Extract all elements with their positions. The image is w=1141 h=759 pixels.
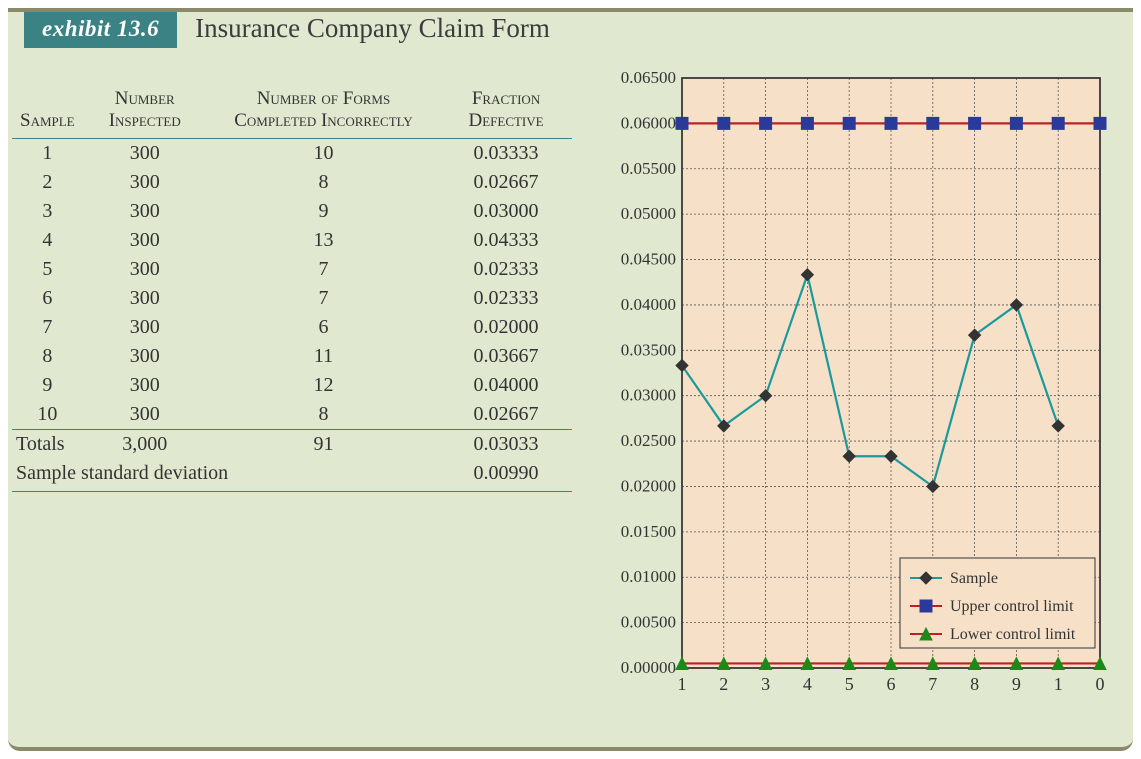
totals-inspected: 3,000 — [83, 430, 207, 460]
cell-inspected: 300 — [83, 400, 207, 430]
table-row: 1030080.02667 — [12, 400, 572, 430]
col-sample: Sample — [12, 88, 83, 139]
cell-sample: 1 — [12, 139, 83, 169]
cell-inspected: 300 — [83, 139, 207, 169]
svg-text:Upper control limit: Upper control limit — [950, 598, 1074, 615]
cell-sample: 10 — [12, 400, 83, 430]
cell-incorrect: 6 — [207, 313, 440, 342]
svg-text:0: 0 — [1096, 674, 1105, 694]
col-inspected: Number Inspected — [83, 88, 207, 139]
table-row: 330090.03000 — [12, 197, 572, 226]
exhibit-tag: exhibit 13.6 — [24, 12, 177, 48]
cell-fraction: 0.02667 — [440, 168, 572, 197]
svg-text:0.05000: 0.05000 — [621, 204, 676, 223]
page-title: Insurance Company Claim Form — [195, 13, 550, 48]
svg-text:0.06500: 0.06500 — [621, 68, 676, 87]
cell-incorrect: 12 — [207, 371, 440, 400]
svg-text:6: 6 — [887, 674, 896, 694]
svg-text:9: 9 — [1012, 674, 1021, 694]
cell-sample: 4 — [12, 226, 83, 255]
totals-fraction: 0.03033 — [440, 430, 572, 460]
cell-fraction: 0.02667 — [440, 400, 572, 430]
cell-inspected: 300 — [83, 342, 207, 371]
svg-text:4: 4 — [803, 674, 812, 694]
cell-incorrect: 10 — [207, 139, 440, 169]
cell-inspected: 300 — [83, 168, 207, 197]
svg-text:1: 1 — [678, 674, 687, 694]
cell-fraction: 0.04333 — [440, 226, 572, 255]
cell-fraction: 0.03667 — [440, 342, 572, 371]
cell-sample: 2 — [12, 168, 83, 197]
cell-incorrect: 8 — [207, 400, 440, 430]
table-row-totals: Totals3,000910.03033 — [12, 430, 572, 460]
svg-text:0.00000: 0.00000 — [621, 658, 676, 677]
table-row: 730060.02000 — [12, 313, 572, 342]
table-row: 530070.02333 — [12, 255, 572, 284]
totals-incorrect: 91 — [207, 430, 440, 460]
data-table-wrap: Sample Number Inspected Number of Forms … — [12, 48, 572, 708]
cell-sample: 3 — [12, 197, 83, 226]
cell-fraction: 0.03000 — [440, 197, 572, 226]
table-row: 1300100.03333 — [12, 139, 572, 169]
cell-sample: 6 — [12, 284, 83, 313]
svg-text:0.01500: 0.01500 — [621, 522, 676, 541]
cell-sample: 9 — [12, 371, 83, 400]
svg-text:0.04500: 0.04500 — [621, 250, 676, 269]
cell-fraction: 0.02000 — [440, 313, 572, 342]
cell-sample: 5 — [12, 255, 83, 284]
svg-text:Lower control limit: Lower control limit — [950, 626, 1076, 643]
cell-incorrect: 9 — [207, 197, 440, 226]
svg-text:8: 8 — [970, 674, 979, 694]
svg-text:0.04000: 0.04000 — [621, 295, 676, 314]
svg-text:0.02500: 0.02500 — [621, 431, 676, 450]
cell-sample: 8 — [12, 342, 83, 371]
svg-text:1: 1 — [1054, 674, 1063, 694]
std-value: 0.00990 — [440, 459, 572, 492]
cell-inspected: 300 — [83, 226, 207, 255]
svg-text:3: 3 — [761, 674, 770, 694]
col-fraction: Fraction Defective — [440, 88, 572, 139]
cell-fraction: 0.02333 — [440, 284, 572, 313]
control-chart: 0.00000 0.00500 0.01000 0.01500 0.02000 0.025… — [602, 68, 1112, 708]
cell-incorrect: 7 — [207, 284, 440, 313]
exhibit-panel: exhibit 13.6 Insurance Company Claim For… — [8, 8, 1133, 751]
chart-wrap: 0.00000 0.00500 0.01000 0.01500 0.02000 0.025… — [602, 48, 1115, 708]
cell-incorrect: 7 — [207, 255, 440, 284]
table-row-std: Sample standard deviation0.00990 — [12, 459, 572, 492]
cell-inspected: 300 — [83, 197, 207, 226]
svg-text:0.02000: 0.02000 — [621, 476, 676, 495]
table-row: 630070.02333 — [12, 284, 572, 313]
svg-text:0.06000: 0.06000 — [621, 113, 676, 132]
totals-label: Totals — [12, 430, 83, 460]
col-incorrect: Number of Forms Completed Incorrectly — [207, 88, 440, 139]
table-row: 4300130.04333 — [12, 226, 572, 255]
table-row: 8300110.03667 — [12, 342, 572, 371]
table-row: 230080.02667 — [12, 168, 572, 197]
cell-incorrect: 8 — [207, 168, 440, 197]
cell-inspected: 300 — [83, 371, 207, 400]
table-row: 9300120.04000 — [12, 371, 572, 400]
cell-inspected: 300 — [83, 313, 207, 342]
cell-inspected: 300 — [83, 284, 207, 313]
cell-inspected: 300 — [83, 255, 207, 284]
data-table: Sample Number Inspected Number of Forms … — [12, 88, 572, 492]
cell-fraction: 0.02333 — [440, 255, 572, 284]
cell-fraction: 0.04000 — [440, 371, 572, 400]
cell-incorrect: 11 — [207, 342, 440, 371]
cell-fraction: 0.03333 — [440, 139, 572, 169]
svg-text:0.03000: 0.03000 — [621, 386, 676, 405]
cell-incorrect: 13 — [207, 226, 440, 255]
svg-text:0.05500: 0.05500 — [621, 159, 676, 178]
std-label: Sample standard deviation — [12, 459, 440, 492]
svg-text:0.00500: 0.00500 — [621, 613, 676, 632]
svg-text:Sample: Sample — [950, 570, 998, 587]
svg-text:2: 2 — [719, 674, 728, 694]
svg-text:0.03500: 0.03500 — [621, 340, 676, 359]
cell-sample: 7 — [12, 313, 83, 342]
svg-text:5: 5 — [845, 674, 854, 694]
svg-text:7: 7 — [928, 674, 937, 694]
svg-text:0.01000: 0.01000 — [621, 567, 676, 586]
